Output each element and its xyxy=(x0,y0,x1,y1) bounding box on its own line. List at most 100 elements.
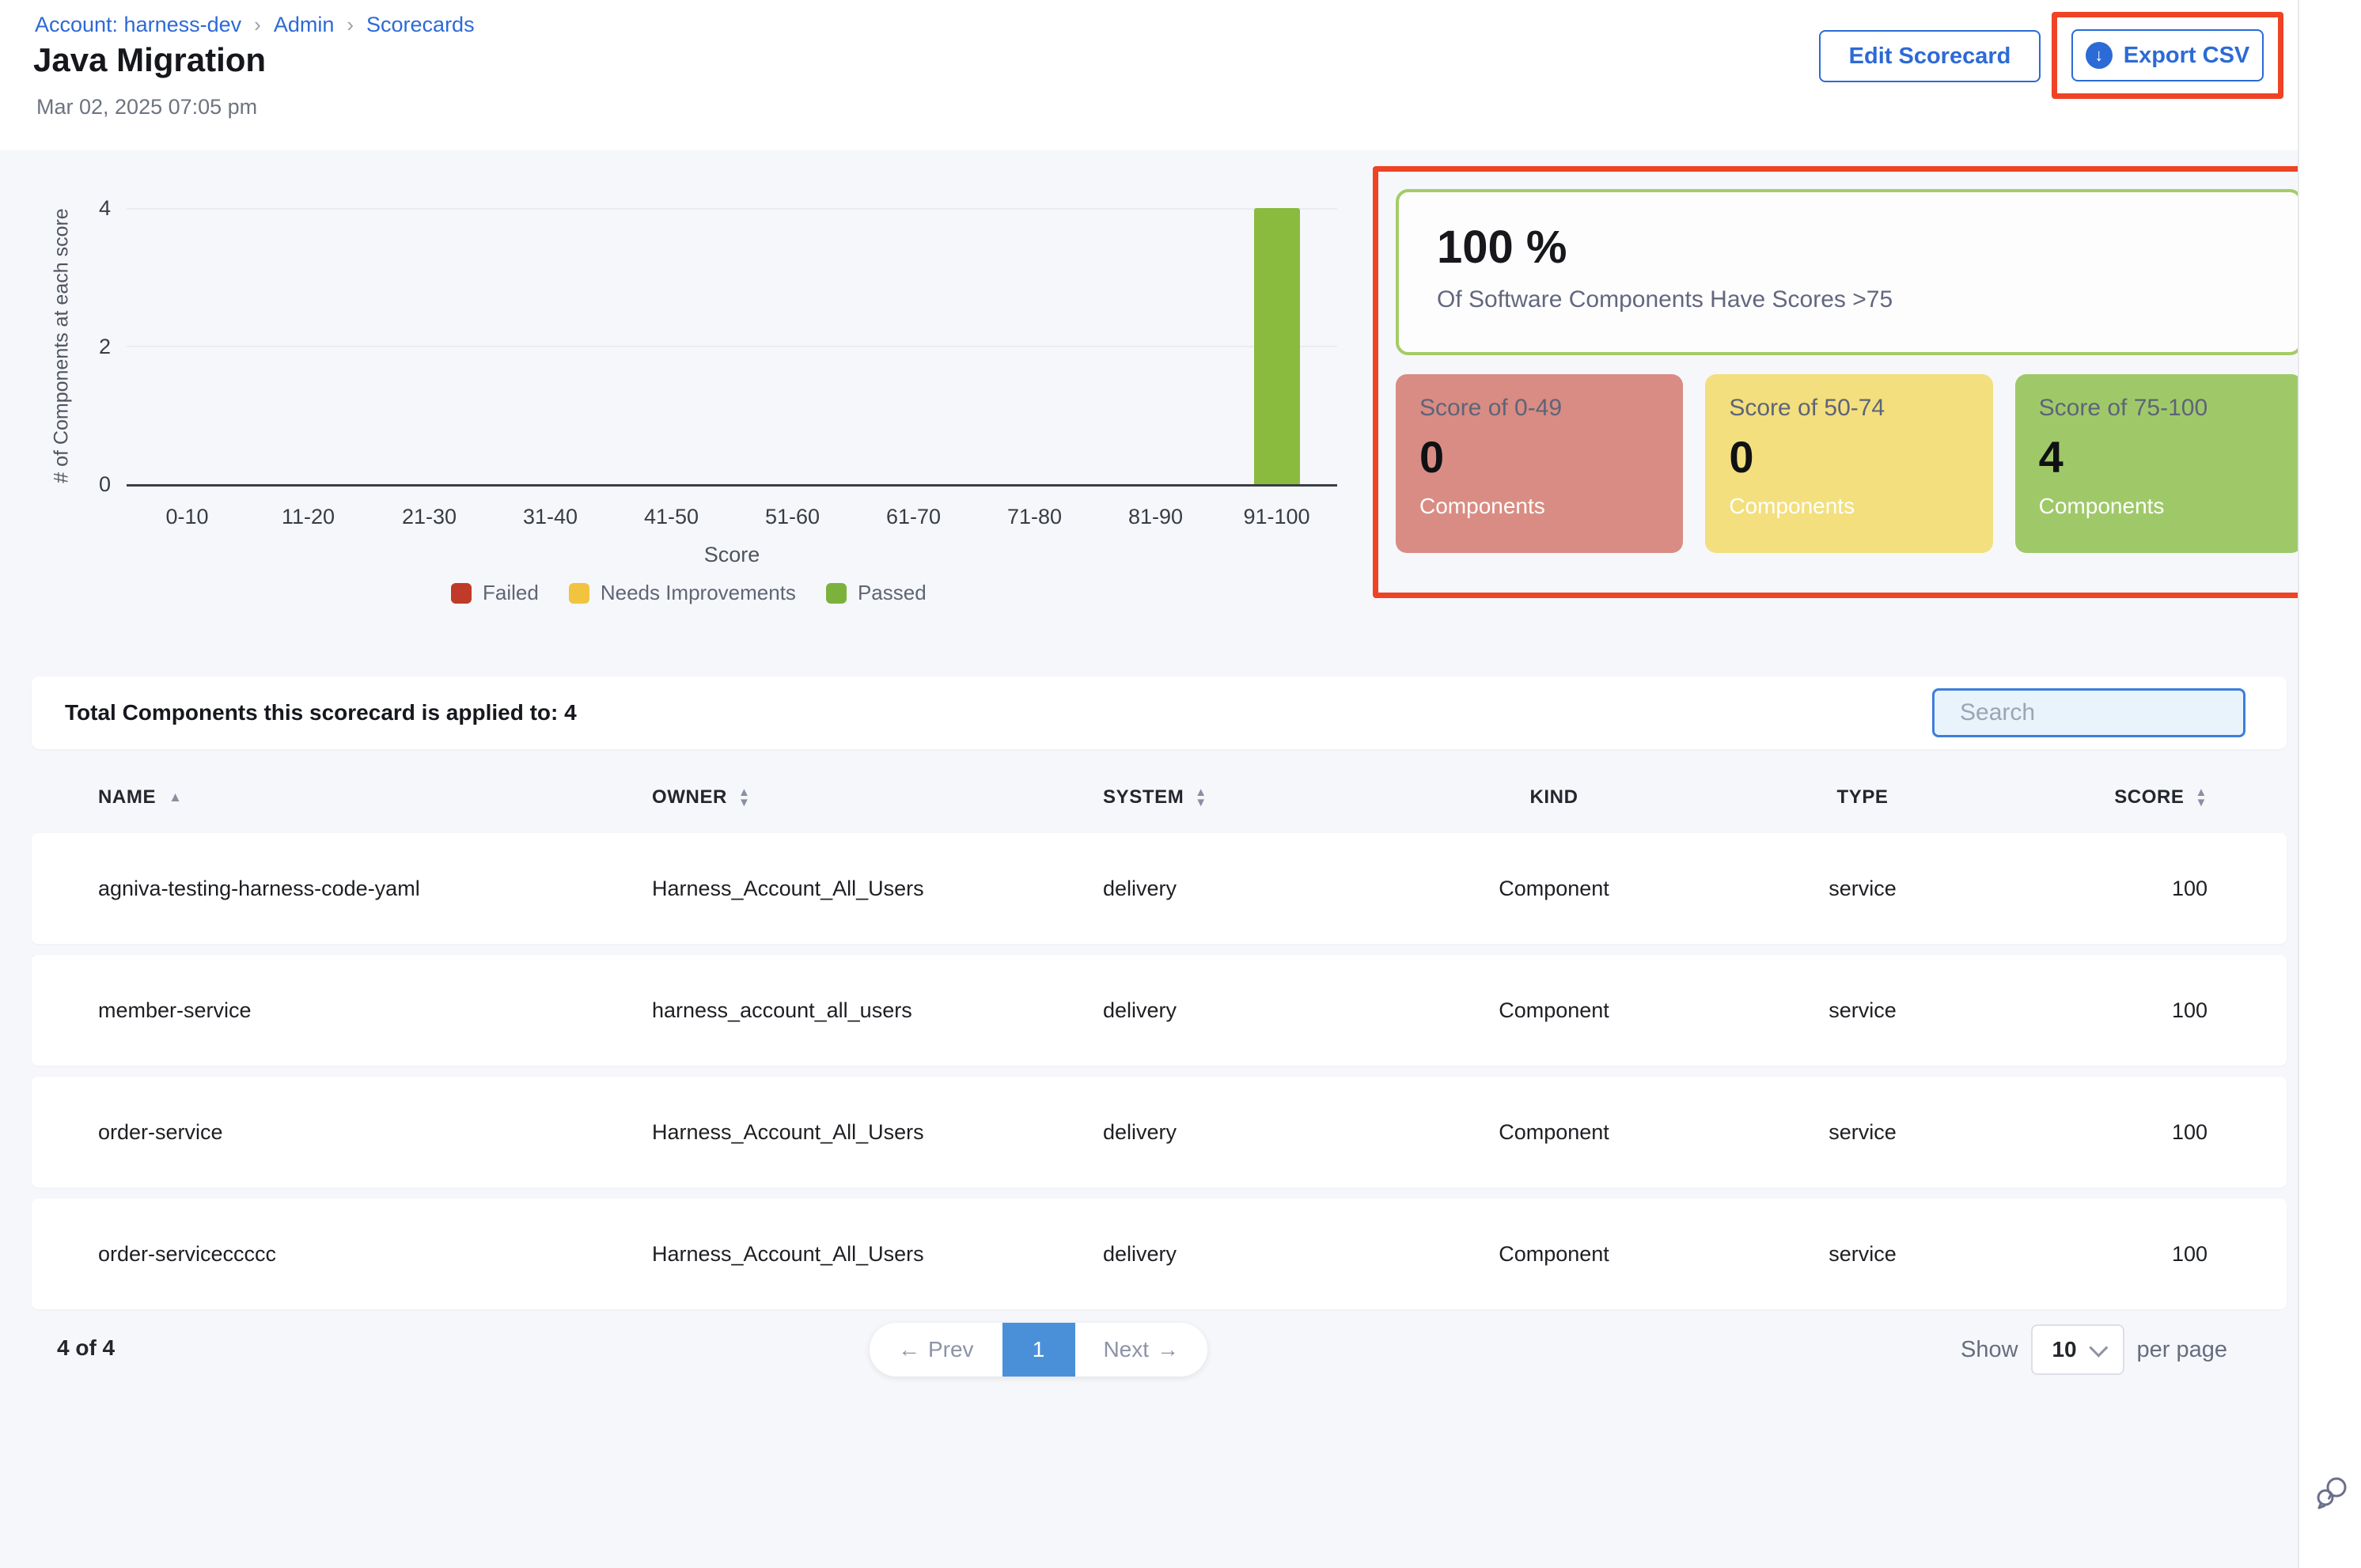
column-label: SCORE xyxy=(2114,786,2184,809)
chat-icon xyxy=(2314,1474,2352,1512)
cell-score: 100 xyxy=(2052,998,2208,1023)
column-header-system[interactable]: SYSTEM ▲▼ xyxy=(1103,786,1435,809)
table-row[interactable]: member-serviceharness_account_all_usersd… xyxy=(32,955,2287,1066)
arrow-left-icon: ← xyxy=(898,1337,920,1362)
chevron-down-icon xyxy=(2089,1338,2108,1357)
bar-slot xyxy=(1216,208,1337,484)
pager: ← Prev 1 Next → xyxy=(870,1323,1207,1377)
cell-name: agniva-testing-harness-code-yaml xyxy=(98,877,652,901)
y-tick-label: 2 xyxy=(66,335,111,359)
table-row[interactable]: order-servicecccccHarness_Account_All_Us… xyxy=(32,1199,2287,1309)
score-range-label: Score of 50-74 xyxy=(1729,395,1969,422)
column-header-score[interactable]: SCORE▲▼ xyxy=(2052,786,2208,809)
legend-item: Needs Improvements xyxy=(569,581,796,605)
column-header-type[interactable]: TYPE xyxy=(1673,786,2052,809)
per-page-label: per page xyxy=(2137,1337,2228,1363)
chat-support-button[interactable] xyxy=(2314,1474,2352,1516)
breadcrumb-item[interactable]: Admin xyxy=(274,13,335,37)
cell-type: service xyxy=(1673,998,2052,1023)
chart-legend: FailedNeeds ImprovementsPassed xyxy=(451,581,927,605)
cell-name: order-service xyxy=(98,1120,652,1145)
sort-asc-icon: ▲ xyxy=(169,790,182,805)
sort-icon: ▲▼ xyxy=(1195,787,1207,808)
next-page-button[interactable]: Next → xyxy=(1075,1323,1208,1377)
show-label: Show xyxy=(1961,1337,2018,1363)
x-tick-label: 21-30 xyxy=(369,505,490,529)
legend-swatch-failed xyxy=(451,583,472,604)
cell-owner: Harness_Account_All_Users xyxy=(652,1242,1103,1267)
cell-type: service xyxy=(1673,1120,2052,1145)
score-range-label: Score of 0-49 xyxy=(1419,395,1659,422)
x-tick-label: 71-80 xyxy=(974,505,1095,529)
column-header-name[interactable]: NAME▲ xyxy=(98,786,652,809)
cell-kind: Component xyxy=(1435,998,1673,1023)
total-components-label: Total Components this scorecard is appli… xyxy=(65,700,577,725)
cell-kind: Component xyxy=(1435,1120,1673,1145)
edit-scorecard-button[interactable]: Edit Scorecard xyxy=(1819,30,2041,82)
x-tick-label: 41-50 xyxy=(611,505,732,529)
column-header-owner[interactable]: OWNER ▲▼ xyxy=(652,786,1103,809)
column-label: SYSTEM xyxy=(1103,786,1184,809)
legend-label: Passed xyxy=(858,581,927,605)
bar-slot xyxy=(1095,208,1216,484)
x-tick-label: 81-90 xyxy=(1095,505,1216,529)
sort-icon: ▲▼ xyxy=(738,787,750,808)
download-icon: ↓ xyxy=(2086,42,2113,69)
export-csv-button[interactable]: ↓ Export CSV xyxy=(2071,29,2264,81)
cell-score: 100 xyxy=(2052,1242,2208,1267)
cell-name: order-serviceccccc xyxy=(98,1242,652,1267)
table-header: NAME▲OWNER ▲▼ SYSTEM ▲▼ KIND TYPE SCORE▲▼ xyxy=(32,771,2287,824)
breadcrumb-item[interactable]: Scorecards xyxy=(366,13,475,37)
bar-slot xyxy=(732,208,853,484)
page-size-select[interactable]: 10 xyxy=(2031,1324,2124,1375)
x-tick-label: 51-60 xyxy=(732,505,853,529)
summary-cards: Score of 0-490ComponentsScore of 50-740C… xyxy=(1396,374,2302,553)
score-range-count: 0 xyxy=(1419,431,1659,483)
column-label: TYPE xyxy=(1836,786,1888,809)
bar-91-100 xyxy=(1254,208,1300,484)
bar-slot xyxy=(127,208,248,484)
bar-slot xyxy=(490,208,611,484)
cell-score: 100 xyxy=(2052,877,2208,901)
score-range-card: Score of 50-740Components xyxy=(1705,374,1992,553)
page-1-button[interactable]: 1 xyxy=(1002,1323,1075,1377)
cell-system: delivery xyxy=(1103,1120,1435,1145)
page-size-widget: Show 10 per page xyxy=(1961,1323,2227,1377)
cell-owner: Harness_Account_All_Users xyxy=(652,1120,1103,1145)
x-tick-label: 0-10 xyxy=(127,505,248,529)
x-tick-label: 31-40 xyxy=(490,505,611,529)
cell-system: delivery xyxy=(1103,1242,1435,1267)
table-row[interactable]: order-serviceHarness_Account_All_Usersde… xyxy=(32,1077,2287,1187)
percent-caption: Of Software Components Have Scores >75 xyxy=(1437,286,2299,313)
prev-page-button[interactable]: ← Prev xyxy=(870,1323,1002,1377)
bar-slot xyxy=(369,208,490,484)
bar-slot xyxy=(248,208,369,484)
chart-x-axis-title: Score xyxy=(127,543,1337,567)
cell-kind: Component xyxy=(1435,877,1673,901)
cell-system: delivery xyxy=(1103,877,1435,901)
cell-type: service xyxy=(1673,877,2052,901)
column-label: OWNER xyxy=(652,786,727,809)
export-csv-label: Export CSV xyxy=(2124,43,2250,69)
legend-swatch-passed xyxy=(826,583,847,604)
breadcrumb-separator: › xyxy=(254,13,261,37)
right-gutter xyxy=(2298,0,2361,1568)
bar-slot xyxy=(853,208,974,484)
search-input[interactable] xyxy=(1958,699,2267,727)
table-row[interactable]: agniva-testing-harness-code-yamlHarness_… xyxy=(32,833,2287,944)
x-tick-label: 11-20 xyxy=(248,505,369,529)
x-tick-label: 91-100 xyxy=(1216,505,1337,529)
cell-system: delivery xyxy=(1103,998,1435,1023)
chart-plot-area xyxy=(127,208,1337,487)
table-body: agniva-testing-harness-code-yaml Harness_… xyxy=(32,833,2287,1309)
column-header-kind[interactable]: KIND xyxy=(1435,786,1673,809)
annotation-box-summary: 100 % Of Software Components Have Scores… xyxy=(1373,166,2325,598)
chart-yticks: 024 xyxy=(66,0,111,554)
legend-label: Needs Improvements xyxy=(601,581,796,605)
cell-score: 100 xyxy=(2052,1120,2208,1145)
percent-card: 100 % Of Software Components Have Scores… xyxy=(1396,189,2302,355)
cell-kind: Component xyxy=(1435,1242,1673,1267)
cell-type: service xyxy=(1673,1242,2052,1267)
score-range-card: Score of 75-1004Components xyxy=(2015,374,2302,553)
search-box[interactable] xyxy=(1932,688,2245,737)
